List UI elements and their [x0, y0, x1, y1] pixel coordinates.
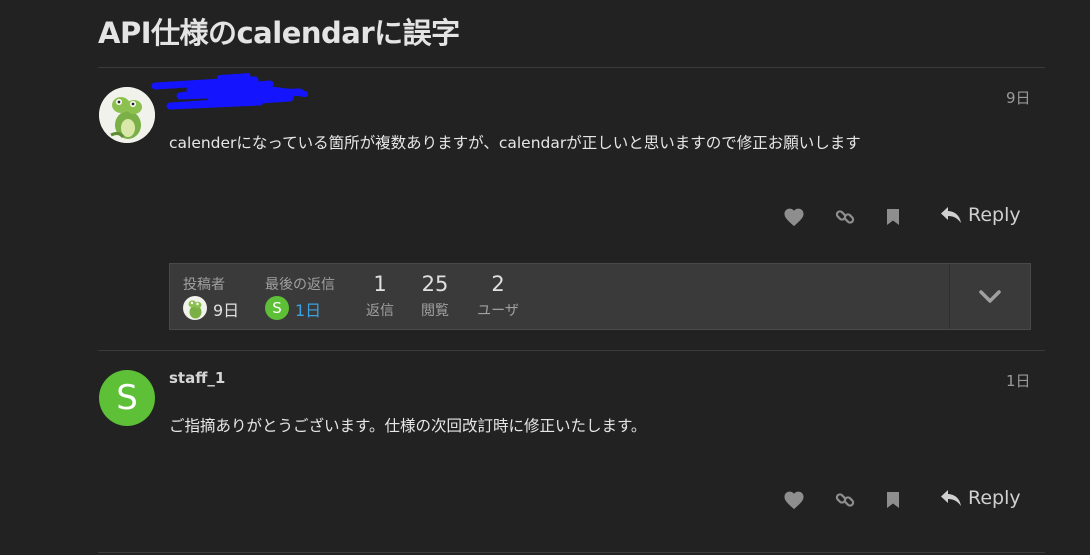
creator-avatar[interactable] [183, 296, 207, 320]
bookmark-button[interactable] [881, 205, 905, 229]
divider [98, 552, 1045, 553]
chevron-down-icon [979, 289, 1001, 303]
bookmark-icon [887, 492, 899, 508]
users-label: ユーザ [477, 303, 519, 319]
redacted-username [151, 73, 308, 110]
bookmark-icon [887, 209, 899, 225]
topic-title: API仕様のcalendarに誤字 [98, 16, 460, 50]
copy-link-button[interactable] [832, 488, 858, 512]
frog-avatar-image [99, 87, 155, 143]
reply-label: Reply [968, 487, 1021, 509]
link-icon [835, 210, 855, 224]
copy-link-button[interactable] [832, 205, 858, 229]
username[interactable]: staff_1 [169, 369, 225, 387]
last-reply-avatar[interactable]: S [265, 296, 289, 320]
post-date[interactable]: 1日 [1006, 370, 1031, 391]
avatar[interactable]: S [99, 370, 155, 426]
reply-label: Reply [968, 204, 1021, 226]
reply-button[interactable]: Reply [940, 487, 1021, 509]
heart-icon [784, 491, 804, 510]
expand-topic-map-button[interactable] [950, 264, 1030, 329]
topic-map: 投稿者 9日 最後の返信 S 1日 1 返信 25 閲覧 2 ユーザ [169, 263, 1031, 330]
last-reply-label: 最後の返信 [265, 277, 335, 293]
post-body: calenderになっている箇所が複数ありますが、calendarが正しいと思い… [169, 134, 861, 152]
post-date[interactable]: 9日 [1006, 87, 1031, 108]
avatar[interactable] [99, 87, 155, 143]
heart-icon [784, 208, 804, 227]
link-icon [835, 493, 855, 507]
views-label: 閲覧 [421, 303, 449, 319]
last-reply-age[interactable]: 1日 [295, 297, 321, 321]
bookmark-button[interactable] [881, 488, 905, 512]
users-count: 2 [491, 272, 505, 296]
reply-button[interactable]: Reply [940, 204, 1021, 226]
post-body: ご指摘ありがとうございます。仕様の次回改訂時に修正いたします。 [169, 417, 647, 435]
reply-icon [941, 490, 961, 506]
divider [98, 67, 1045, 68]
created-label: 投稿者 [183, 277, 225, 293]
divider [98, 350, 1045, 351]
views-count: 25 [421, 272, 449, 296]
frog-avatar-image [188, 300, 202, 319]
like-button[interactable] [781, 205, 807, 229]
reply-icon [941, 207, 961, 223]
created-age[interactable]: 9日 [213, 297, 239, 321]
replies-count: 1 [373, 272, 387, 296]
like-button[interactable] [781, 488, 807, 512]
replies-label: 返信 [366, 303, 394, 319]
